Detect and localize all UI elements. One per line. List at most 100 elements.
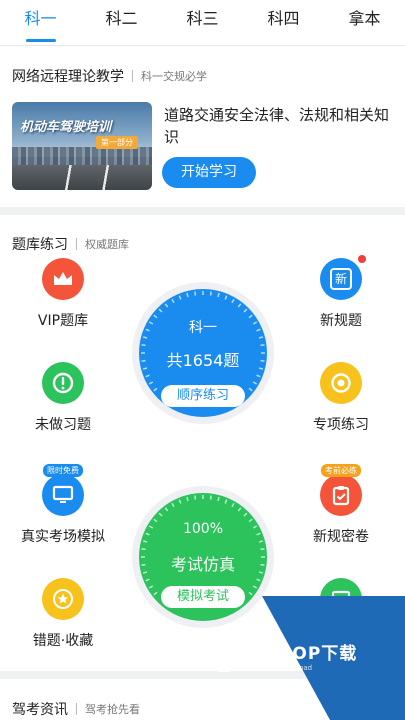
tick-mark <box>186 496 189 502</box>
star-icon <box>42 578 84 620</box>
tick-mark <box>178 295 182 300</box>
order-practice-circle[interactable]: 科一 共1654题 顺序练习 <box>139 289 267 417</box>
tick-mark <box>158 308 163 313</box>
tick-mark <box>171 298 175 304</box>
watermark-logo: PCPOP下载 PCPOP Download <box>216 636 357 674</box>
remote-section-header: 网络远程理论教学 科一交规必学 <box>12 66 207 86</box>
crown-icon <box>42 258 84 300</box>
tick-mark <box>252 381 258 385</box>
item-label: 新规题 <box>320 313 362 329</box>
order-count: 共1654题 <box>166 351 240 370</box>
tick-mark <box>260 548 265 551</box>
tick-mark <box>142 336 148 339</box>
tick-mark <box>252 585 258 589</box>
course-title[interactable]: 道路交通安全法律、法规和相关知识 <box>164 104 394 148</box>
tab-subject-3[interactable]: 科三 <box>162 0 243 45</box>
tick-mark <box>141 548 146 551</box>
tick-mark <box>237 303 242 308</box>
free-tag: 限时免费 <box>43 464 83 477</box>
tick-mark <box>194 495 197 500</box>
tick-mark <box>141 344 146 347</box>
section-separator <box>132 70 133 82</box>
exclamation-icon <box>42 362 84 404</box>
item-label: 真实考场模拟 <box>21 529 105 545</box>
monitor-icon: 限时免费 <box>42 464 84 516</box>
tick-mark <box>209 495 212 500</box>
order-subject: 科一 <box>189 320 217 336</box>
tab-subject-4[interactable]: 科四 <box>243 0 324 45</box>
new-icon-text: 新 <box>330 268 352 290</box>
clipboard-icon: 考前必练 <box>320 464 362 516</box>
road-lines <box>32 165 152 190</box>
start-learning-button[interactable]: 开始学习 <box>162 157 256 188</box>
section-subtitle: 驾考抢先看 <box>85 703 140 716</box>
watermark-brand: PCPOP下载 <box>252 643 358 664</box>
tick-mark <box>256 578 261 582</box>
watermark-subtitle: PCPOP Download <box>252 663 313 672</box>
tick-mark <box>142 540 148 543</box>
tick-mark <box>164 507 169 512</box>
order-practice-button[interactable]: 顺序练习 <box>161 385 245 407</box>
tick-mark <box>243 512 248 517</box>
target-icon <box>320 362 362 404</box>
course-part-tag: 第一部分 <box>96 136 138 149</box>
tick-mark <box>248 591 253 596</box>
tick-mark <box>258 336 264 339</box>
course-banner-text: 机动车驾驶培训 <box>20 120 112 135</box>
tick-mark <box>145 374 150 378</box>
section-subtitle: 科一交规必学 <box>141 70 207 83</box>
tick-mark <box>217 292 220 298</box>
tick-mark <box>231 298 235 304</box>
tick-mark <box>153 387 158 392</box>
section-separator <box>76 238 77 250</box>
errors-favorites-item[interactable]: 错题·收藏 <box>8 578 118 650</box>
new-rules-item[interactable]: 新 新规题 <box>286 255 396 330</box>
news-section-header: 驾考资讯 驾考抢先看 <box>12 699 140 719</box>
pcpop-logo-icon <box>218 638 248 672</box>
item-label: 新规密卷 <box>313 529 369 545</box>
section-subtitle: 权威题库 <box>85 238 129 251</box>
mock-exam-button[interactable]: 模拟考试 <box>161 586 245 608</box>
bank-section-header: 题库练习 权威题库 <box>12 234 129 254</box>
exam-simulation-circle[interactable]: 100% 考试仿真 模拟考试 <box>139 493 267 621</box>
new-rules-exam-item[interactable]: 考前必练 新规密卷 <box>286 464 396 546</box>
tick-mark <box>243 308 248 313</box>
tick-mark <box>256 374 261 378</box>
special-practice-item[interactable]: 专项练习 <box>286 362 396 434</box>
section-separator <box>76 703 77 715</box>
section-title: 题库练习 <box>12 237 68 253</box>
exam-simulation-item[interactable]: 限时免费 真实考场模拟 <box>8 464 118 546</box>
section-title: 网络远程理论教学 <box>12 69 124 85</box>
section-divider <box>0 207 405 215</box>
exam-name: 考试仿真 <box>170 555 235 574</box>
tick-mark <box>248 387 253 392</box>
tick-mark <box>148 585 154 589</box>
tick-mark <box>153 591 158 596</box>
tick-mark <box>164 303 169 308</box>
partial-item[interactable] <box>286 578 396 620</box>
notification-dot <box>358 255 366 263</box>
item-label: 错题·收藏 <box>32 633 94 649</box>
tick-mark <box>231 502 235 508</box>
tick-mark <box>260 344 265 347</box>
tick-mark <box>217 496 220 502</box>
partial-icon <box>320 578 362 620</box>
tick-mark <box>186 292 189 298</box>
must-practice-tag: 考前必练 <box>321 464 361 477</box>
item-label: 未做习题 <box>35 417 91 433</box>
tick-mark <box>237 507 242 512</box>
subject-tabs: 科一 科二 科三 科四 拿本 <box>0 0 405 46</box>
tick-mark <box>224 499 228 504</box>
tab-get-license[interactable]: 拿本 <box>324 0 405 45</box>
undone-questions-item[interactable]: 未做习题 <box>8 362 118 434</box>
course-thumbnail[interactable]: 机动车驾驶培训 第一部分 <box>12 102 152 190</box>
new-icon: 新 <box>320 255 366 300</box>
tick-mark <box>209 291 212 296</box>
tick-mark <box>224 295 228 300</box>
tab-subject-1[interactable]: 科一 <box>0 0 81 45</box>
tab-subject-2[interactable]: 科二 <box>81 0 162 45</box>
vip-bank-item[interactable]: VIP题库 <box>8 258 118 330</box>
item-label: 专项练习 <box>313 417 369 433</box>
tick-mark <box>258 540 264 543</box>
tick-mark <box>194 291 197 296</box>
